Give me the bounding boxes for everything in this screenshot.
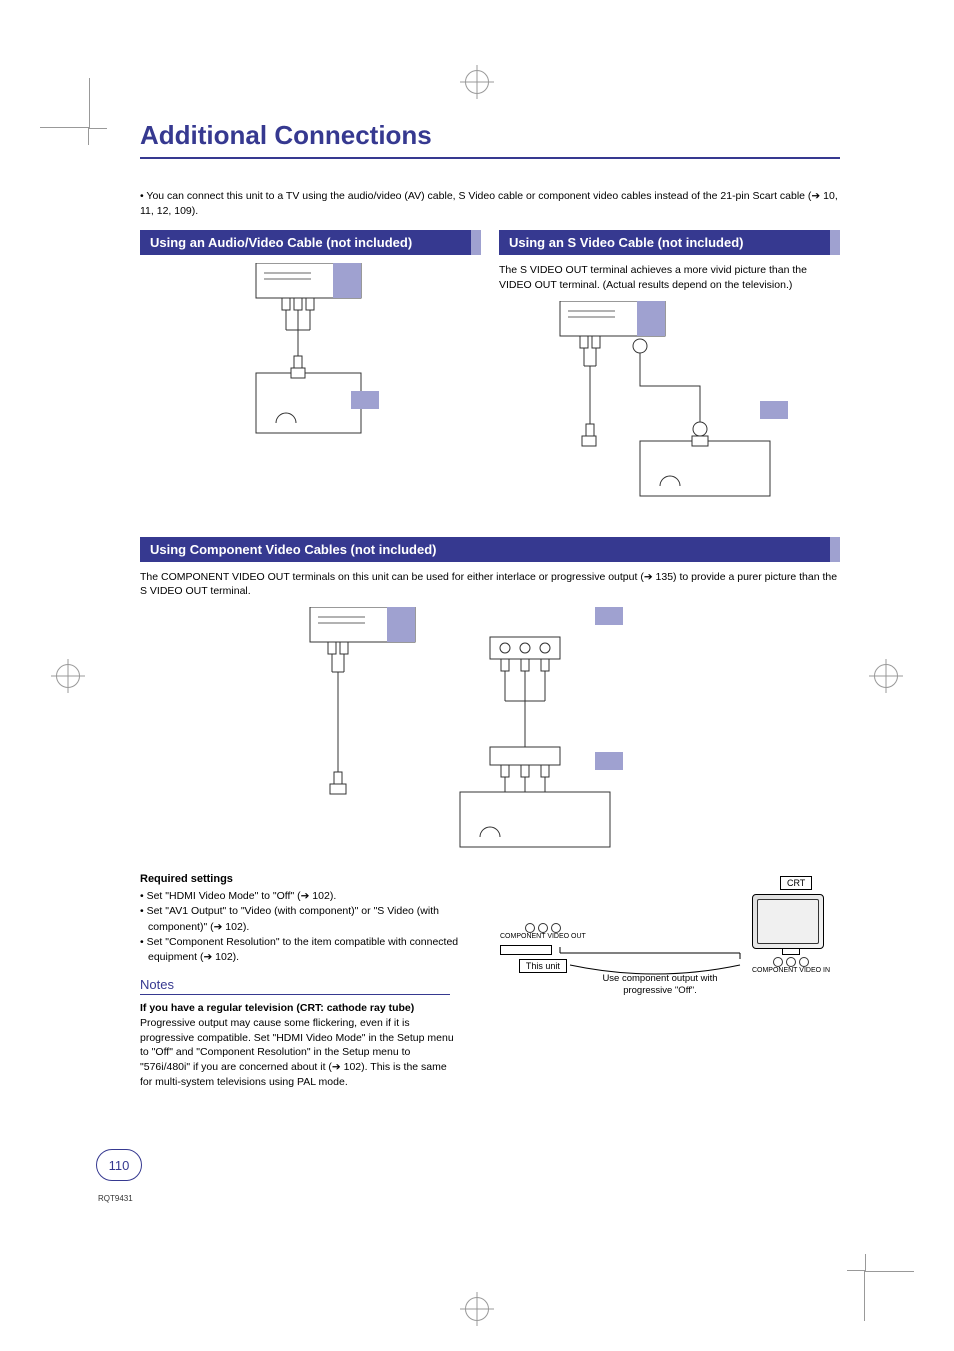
registration-mark <box>56 664 80 688</box>
component-diagram <box>140 607 840 857</box>
required-bullet: • Set "Component Resolution" to the item… <box>140 935 480 965</box>
doc-code: RQT9431 <box>98 1194 133 1203</box>
required-heading: Required settings <box>140 873 480 885</box>
notes-heading: Notes <box>140 977 450 995</box>
registration-mark <box>465 70 489 94</box>
registration-mark <box>874 664 898 688</box>
crop-mark <box>864 1271 914 1321</box>
page-number: 110 <box>96 1149 142 1181</box>
component-text: The COMPONENT VIDEO OUT terminals on thi… <box>140 570 840 599</box>
notes-body-text: Progressive output may cause some flicke… <box>140 1017 454 1088</box>
page-title: Additional Connections <box>140 120 840 159</box>
required-bullet: • Set "HDMI Video Mode" to "Off" (➔ 102)… <box>140 889 480 904</box>
bracket-text: Use component output with progressive "O… <box>590 973 730 998</box>
svideo-text: The S VIDEO OUT terminal achieves a more… <box>499 263 840 292</box>
registration-mark <box>465 1297 489 1321</box>
crop-mark <box>40 78 90 128</box>
section-header-component: Using Component Video Cables (not includ… <box>140 537 840 562</box>
av-diagram <box>140 263 481 443</box>
svideo-diagram <box>499 301 840 501</box>
section-header-svideo: Using an S Video Cable (not included) <box>499 230 840 255</box>
crt-diagram: CRT COMPONENT VIDEO IN COMPONENT VIDEO O… <box>500 873 830 1013</box>
required-bullet: • Set "AV1 Output" to "Video (with compo… <box>140 904 480 934</box>
intro-text: • You can connect this unit to a TV usin… <box>140 189 840 218</box>
notes-bold: If you have a regular television (CRT: c… <box>140 1002 414 1014</box>
section-header-av: Using an Audio/Video Cable (not included… <box>140 230 481 255</box>
